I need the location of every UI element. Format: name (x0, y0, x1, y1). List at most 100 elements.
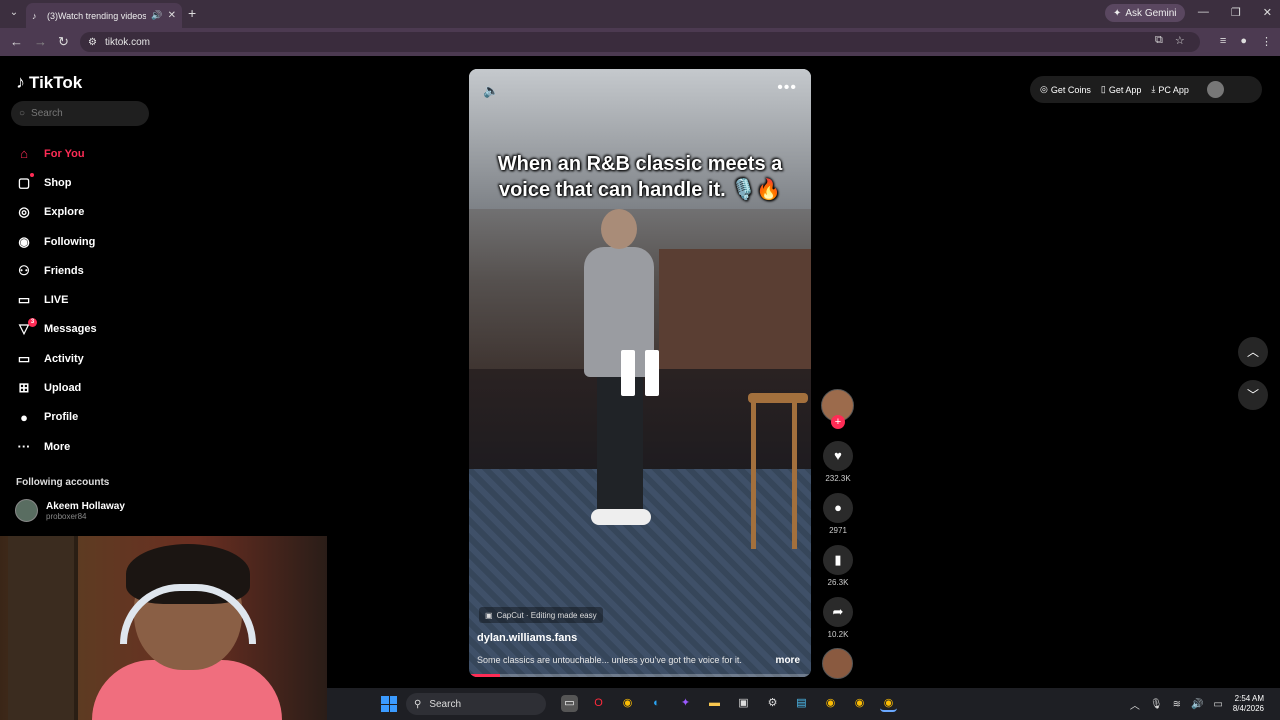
webcam-person (92, 544, 282, 720)
share-count: 10.2K (827, 630, 849, 639)
chevron-up-icon: ︿ (1246, 345, 1259, 359)
store-icon[interactable]: ▣ (735, 695, 752, 712)
volume-icon[interactable]: 🔊 (1191, 699, 1203, 710)
sidebar-item-friends[interactable]: ⚇ Friends (16, 256, 166, 285)
sidebar-item-profile[interactable]: ● Profile (16, 403, 166, 432)
clock-time: 2:54 AM (1234, 694, 1264, 703)
restore-icon[interactable]: ❐ (1231, 6, 1241, 19)
sidebar-item-for-you[interactable]: ⌂ For You (16, 139, 166, 168)
windows-taskbar: ⚲ Search ▭ O ◉ ◐ ✦ ▬ ▣ ⚙ ▤ ◉ ◉ ◉ ︿ 🎙 ≋ 🔊… (327, 688, 1280, 720)
save-button[interactable]: ▮ 26.3K (822, 545, 854, 587)
sidebar-item-explore[interactable]: ◎ Explore (16, 198, 166, 227)
pause-icon[interactable] (610, 332, 670, 412)
bookmark-star-icon[interactable]: ☆ (1175, 34, 1185, 47)
forward-icon[interactable]: → (34, 34, 47, 49)
video-description: Some classics are untouchable... unless … (477, 655, 742, 665)
caption-line-2: voice that can handle it. 🎙️🔥 (498, 179, 782, 201)
microphone-icon[interactable]: 🎙 (1150, 699, 1163, 710)
account-handle: proboxer84 (46, 511, 87, 521)
install-app-icon[interactable]: ⧉ (1155, 34, 1163, 47)
sidebar-item-label: Profile (44, 411, 79, 424)
sidebar-item-more[interactable]: ··· More (16, 432, 166, 461)
get-app-label: Get App (1108, 84, 1142, 95)
browser-tab[interactable]: ♪ (3)Watch trending videos fo 🔊 ✕ (26, 3, 182, 28)
site-info-icon[interactable]: ⚙ (88, 37, 97, 48)
battery-icon[interactable]: ▭ (1213, 699, 1222, 710)
search-input[interactable]: ○ Search (11, 101, 149, 126)
back-icon[interactable]: ← (10, 34, 23, 49)
phone-icon: ▯ (1100, 84, 1106, 94)
follow-plus-icon[interactable]: + (831, 415, 845, 429)
shopping-bag-icon: ▢ (17, 174, 31, 190)
reload-icon[interactable]: ↻ (58, 34, 69, 50)
sidebar-item-messages[interactable]: ▽ 3 Messages (16, 315, 166, 344)
sidebar-item-label: Activity (44, 352, 84, 365)
taskbar-clock[interactable]: 2:54 AM 8/4/2026 (1233, 694, 1264, 714)
taskbar-search-label: Search (429, 698, 462, 710)
sidebar-item-upload[interactable]: ⊞ Upload (16, 373, 166, 402)
tab-search-menu-icon[interactable]: ⌄ (6, 5, 22, 21)
file-manager-icon[interactable]: ▭ (561, 695, 578, 712)
chrome-active-icon[interactable]: ◉ (880, 695, 897, 712)
chrome-icon[interactable]: ◉ (619, 695, 636, 712)
ask-gemini-label: Ask Gemini (1125, 7, 1177, 19)
pc-app-button[interactable]: ⤓ PC App (1151, 84, 1189, 95)
video-progress-bar[interactable] (469, 674, 811, 677)
video-author[interactable]: dylan.williams.fans (477, 632, 577, 644)
save-count: 26.3K (827, 578, 849, 587)
comment-button[interactable]: ● 2971 (822, 493, 854, 535)
volume-icon[interactable]: 🔈 (483, 83, 499, 99)
chrome-profile-2-icon[interactable]: ◉ (851, 695, 868, 712)
edge-icon[interactable]: ◐ (648, 695, 665, 712)
avatar (15, 499, 38, 522)
chevron-up-icon[interactable]: ︿ (1130, 697, 1140, 712)
media-controls-icon[interactable]: ≡ (1220, 35, 1226, 48)
browser-toolbar-right: ≡ ● ⋮ (1220, 35, 1272, 48)
browser-menu-icon[interactable]: ⋮ (1261, 35, 1272, 48)
video-player[interactable]: 🔈 ••• When an R&B classic meets a voice … (469, 69, 811, 677)
profile-icon[interactable]: ● (1240, 35, 1247, 48)
user-avatar[interactable] (1206, 81, 1224, 98)
wifi-icon[interactable]: ≋ (1173, 699, 1181, 710)
previous-video-button[interactable]: ︿ (1238, 337, 1268, 367)
get-app-button[interactable]: ▯ Get App (1101, 84, 1141, 95)
tab-title: (3)Watch trending videos fo (47, 10, 147, 21)
folder-icon[interactable]: ▬ (706, 695, 723, 712)
copilot-icon[interactable]: ✦ (677, 695, 694, 712)
app-icon[interactable]: ▤ (793, 695, 810, 712)
settings-icon[interactable]: ⚙ (764, 695, 781, 712)
close-window-icon[interactable]: ✕ (1263, 6, 1272, 19)
sidebar-item-label: More (44, 440, 71, 453)
capcut-tag[interactable]: ▣ CapCut · Editing made easy (479, 607, 603, 623)
bar-stool (748, 393, 808, 549)
description-more-button[interactable]: more (776, 655, 800, 666)
next-video-button[interactable]: ﹀ (1238, 380, 1268, 410)
ask-gemini-button[interactable]: ✦ Ask Gemini (1105, 4, 1185, 22)
capcut-label: CapCut · Editing made easy (496, 610, 597, 620)
sidebar-item-following[interactable]: ◉ Following (16, 227, 166, 256)
sidebar-item-label: Messages (44, 323, 97, 336)
close-tab-icon[interactable]: ✕ (168, 10, 176, 21)
gemini-sparkle-icon: ✦ (1113, 7, 1122, 19)
minimize-icon[interactable]: — (1198, 6, 1209, 19)
share-button[interactable]: ➦ 10.2K (822, 597, 854, 639)
like-button[interactable]: ♥ 232.3K (822, 441, 854, 483)
music-disc-avatar[interactable] (822, 648, 853, 679)
sidebar-item-live[interactable]: ▭ LIVE (16, 285, 166, 314)
video-more-options-icon[interactable]: ••• (777, 79, 797, 97)
windows-start-icon[interactable] (381, 696, 397, 712)
bookmark-icon: ▮ (823, 545, 853, 575)
more-icon: ··· (17, 439, 31, 455)
get-coins-button[interactable]: ◎ Get Coins (1040, 84, 1091, 95)
new-tab-button[interactable]: + (188, 5, 196, 21)
following-account-item[interactable]: Akeem Hollaway proboxer84 (15, 499, 125, 522)
audio-playing-icon[interactable]: 🔊 (151, 10, 162, 21)
chrome-profile-icon[interactable]: ◉ (822, 695, 839, 712)
tiktok-logo[interactable]: ♪ TikTok (16, 72, 82, 93)
like-count: 232.3K (825, 474, 851, 483)
sidebar-item-activity[interactable]: ▭ Activity (16, 344, 166, 373)
sidebar-item-shop[interactable]: ▢ Shop (16, 168, 166, 197)
taskbar-search[interactable]: ⚲ Search (406, 693, 546, 715)
opera-icon[interactable]: O (590, 695, 607, 712)
url-field[interactable]: ⚙ tiktok.com (80, 32, 1200, 52)
